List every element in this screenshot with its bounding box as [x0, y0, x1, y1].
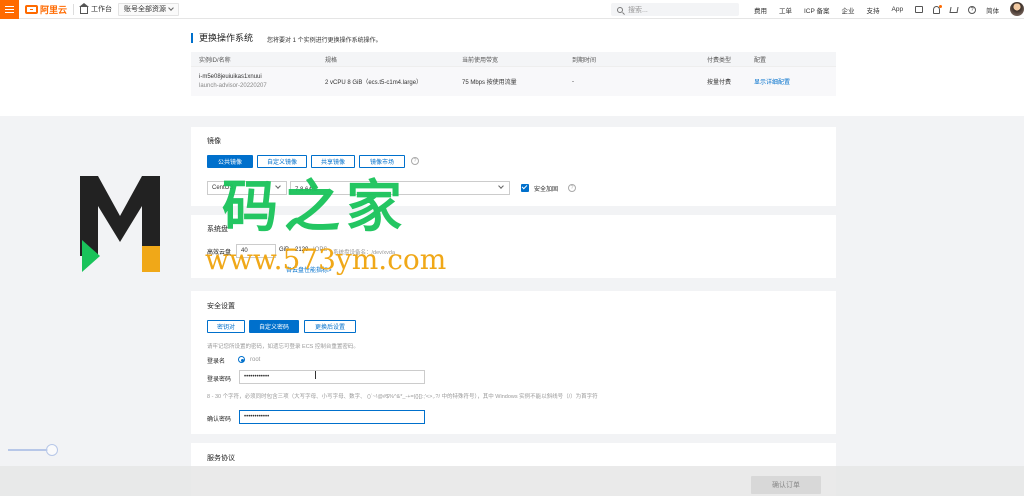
help-icon[interactable]: ? [568, 184, 576, 192]
text-cursor [315, 371, 316, 379]
security-hardening-label: 安全加固 [534, 187, 559, 193]
confirm-password-input[interactable]: •••••••••••• [239, 410, 425, 424]
column-header: 付费类型 [707, 57, 732, 64]
aliyun-logo[interactable]: 阿里云 [25, 3, 67, 16]
table-row: i-m5e08jeuiuikas1xnuui launch-advisor-20… [191, 66, 836, 96]
watermark-m-logo [80, 176, 160, 272]
link-app[interactable]: App [892, 6, 904, 13]
expire-cell: - [572, 78, 574, 85]
instance-id: i-m5e08jeuiuikas1xnuui [199, 74, 262, 80]
link-fees[interactable]: 费用 [754, 5, 767, 15]
resource-select[interactable]: 账号全部资源 [118, 2, 180, 16]
table-header: 实例ID/名称 规格 当前使用带宽 到期时间 付费类型 配置 [191, 52, 836, 66]
tab-image-market[interactable]: 镜像市场 [359, 155, 405, 168]
column-header: 配置 [754, 57, 767, 64]
instance-cell: i-m5e08jeuiuikas1xnuui launch-advisor-20… [191, 74, 325, 89]
video-progress-track[interactable] [8, 449, 48, 451]
show-config-link[interactable]: 显示详细配置 [754, 77, 836, 86]
spec-cell: 2 vCPU 8 GiB（ecs.t5-c1m4.large） [325, 80, 423, 86]
chevron-down-icon [498, 183, 504, 189]
help-icon[interactable]: ? [968, 5, 977, 14]
chevron-down-icon [168, 5, 174, 11]
terminal-icon[interactable] [915, 6, 924, 13]
confirm-order-button[interactable]: 确认订单 [751, 476, 821, 494]
password-rule: 8 - 30 个字符，必须同时包含三项（大写字母、小写字母、数字、 ()`~!@… [207, 394, 598, 400]
language-switch[interactable]: 简体 [986, 5, 999, 15]
tab-set-later[interactable]: 更换后设置 [304, 320, 356, 333]
link-support[interactable]: 支持 [867, 5, 880, 15]
section-title: 服务协议 [207, 455, 235, 462]
menu-icon[interactable] [0, 0, 19, 19]
column-header: 当前使用带宽 [462, 57, 499, 64]
password-input[interactable]: •••••••••••• [239, 370, 425, 384]
instance-name: launch-advisor-20220207 [199, 83, 267, 89]
workbench-link[interactable]: 工作台 [79, 2, 113, 14]
column-header: 到期时间 [572, 57, 597, 64]
resource-select-label: 账号全部资源 [124, 6, 167, 13]
bottom-bar [0, 466, 1024, 496]
watermark-url: www.573ym.com [205, 243, 447, 276]
help-icon[interactable]: ? [411, 157, 419, 165]
link-tickets[interactable]: 工单 [779, 5, 792, 15]
logo-text: 阿里云 [40, 4, 68, 15]
search-placeholder: 搜索... [628, 6, 648, 14]
password-value: •••••••••••• [244, 374, 270, 380]
link-enterprise[interactable]: 企业 [842, 5, 855, 15]
watermark-text: 码之家 [222, 174, 408, 240]
tab-custom-password[interactable]: 自定义密码 [249, 320, 299, 333]
search-icon [617, 6, 623, 13]
section-subtitle: 您将要对 1 个实例进行更换操作系统操作。 [267, 38, 382, 44]
bell-icon[interactable] [933, 4, 943, 14]
login-name-radio[interactable] [238, 356, 245, 363]
tab-public-image[interactable]: 公共镜像 [207, 155, 253, 168]
notification-dot [939, 4, 943, 8]
column-header: 规格 [325, 57, 338, 64]
tab-custom-image[interactable]: 自定义镜像 [257, 155, 307, 168]
cart-icon[interactable] [949, 6, 959, 13]
security-hardening-checkbox[interactable] [521, 184, 529, 192]
column-header: 实例ID/名称 [199, 57, 231, 64]
search-input[interactable]: 搜索... [611, 3, 739, 16]
instance-table: 实例ID/名称 规格 当前使用带宽 到期时间 付费类型 配置 i-m5e08je… [191, 52, 836, 96]
change-os-section: 更换操作系统 您将要对 1 个实例进行更换操作系统操作。 实例ID/名称 规格 … [191, 27, 836, 107]
top-links: 费用 工单 ICP 备案 企业 支持 App ? 简体 [754, 0, 1011, 19]
login-name-value: root [250, 357, 261, 363]
pay-type-cell: 按量付费 [707, 80, 732, 86]
divider [73, 3, 75, 15]
workbench-label: 工作台 [91, 6, 113, 13]
section-title: 镜像 [207, 138, 221, 145]
avatar[interactable] [1010, 2, 1024, 16]
section-title: 安全设置 [207, 303, 235, 310]
video-progress-handle[interactable] [46, 444, 58, 456]
link-icp[interactable]: ICP 备案 [804, 5, 830, 15]
password-label: 登录密码 [207, 377, 232, 383]
confirm-password-value: •••••••••••• [244, 414, 270, 420]
tab-key-pair[interactable]: 密钥对 [207, 320, 245, 333]
password-hint: 请牢记您所设置的密码，如遗忘可登录 ECS 控制台重置密码。 [207, 344, 359, 350]
section-title: 更换操作系统 [191, 33, 253, 43]
confirm-password-label: 确认密码 [207, 417, 232, 423]
security-settings-section: 安全设置 密钥对 自定义密码 更换后设置 请牢记您所设置的密码，如遗忘可登录 E… [191, 291, 836, 434]
aliyun-logo-icon [25, 4, 38, 14]
home-icon [79, 2, 90, 14]
tab-shared-image[interactable]: 共享镜像 [311, 155, 355, 168]
bandwidth-cell: 75 Mbps 按使用流量 [462, 80, 517, 86]
login-name-label: 登录名 [207, 359, 226, 365]
